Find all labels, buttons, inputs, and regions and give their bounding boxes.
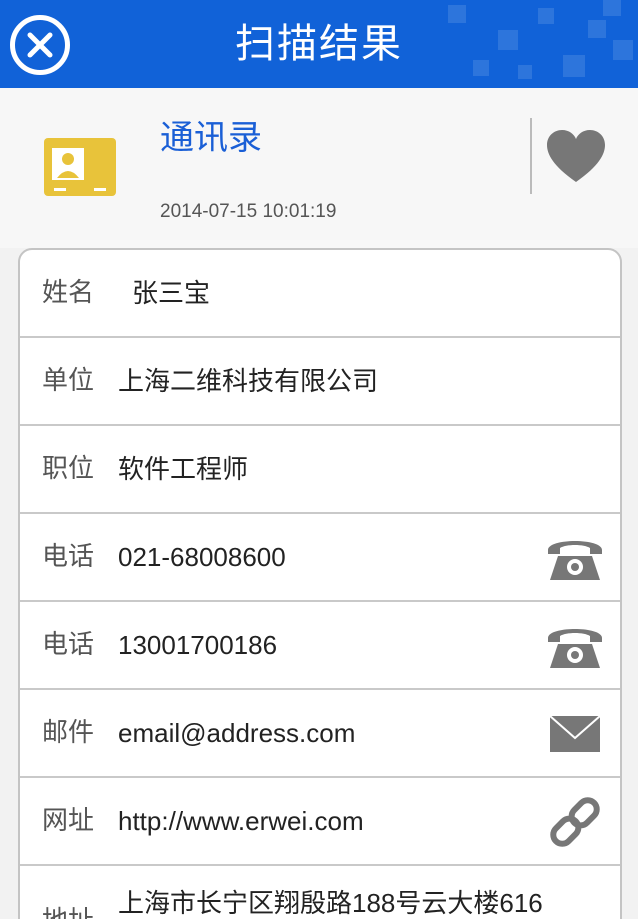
contact-details-card: 姓名 张三宝 单位 上海二维科技有限公司 职位 软件工程师 电话 021-680…	[18, 248, 622, 919]
contact-card-icon	[44, 138, 116, 196]
field-label: 电话	[42, 542, 95, 572]
title-bar: 扫描结果	[0, 0, 638, 88]
field-value: 张三宝	[132, 278, 211, 308]
field-label: 电话	[42, 630, 95, 660]
field-label: 单位	[42, 366, 95, 396]
field-row-company: 单位 上海二维科技有限公司	[20, 338, 620, 426]
field-row-address: 地址 上海市长宁区翔殷路188号云大楼616	[20, 866, 620, 919]
call-button[interactable]	[544, 532, 606, 584]
field-row-phone-1: 电话 021-68008600	[20, 514, 620, 602]
field-value: http://www.erwei.com	[118, 806, 364, 836]
favorite-button[interactable]	[545, 128, 607, 186]
phone-icon	[548, 541, 602, 580]
open-link-button[interactable]	[544, 796, 606, 848]
field-value: 上海市长宁区翔殷路188号云大楼616	[118, 888, 543, 918]
divider	[530, 118, 532, 194]
field-row-title: 职位 软件工程师	[20, 426, 620, 514]
field-value: 021-68008600	[118, 542, 286, 572]
call-button[interactable]	[544, 620, 606, 672]
field-value: 13001700186	[118, 630, 278, 660]
heart-icon	[547, 130, 605, 182]
link-icon	[550, 797, 600, 847]
field-row-email: 邮件 email@address.com	[20, 690, 620, 778]
mail-icon	[549, 715, 601, 752]
email-button[interactable]	[544, 708, 606, 760]
scan-timestamp: 2014-07-15 10:01:19	[160, 201, 337, 222]
field-row-name: 姓名 张三宝	[20, 250, 620, 338]
field-label: 职位	[42, 454, 95, 484]
result-summary: 通讯录 2014-07-15 10:01:19	[0, 88, 638, 248]
field-label: 邮件	[42, 718, 95, 748]
field-value: 上海二维科技有限公司	[118, 366, 379, 396]
phone-icon	[548, 629, 602, 668]
field-row-website: 网址 http://www.erwei.com	[20, 778, 620, 866]
field-value: 软件工程师	[118, 454, 249, 484]
field-label: 姓名	[42, 278, 95, 308]
page-title: 扫描结果	[235, 21, 403, 67]
result-category: 通讯录	[160, 118, 262, 158]
field-label: 地址	[42, 904, 94, 919]
field-row-phone-2: 电话 13001700186	[20, 602, 620, 690]
field-value: email@address.com	[118, 718, 356, 748]
field-label: 网址	[42, 806, 95, 836]
